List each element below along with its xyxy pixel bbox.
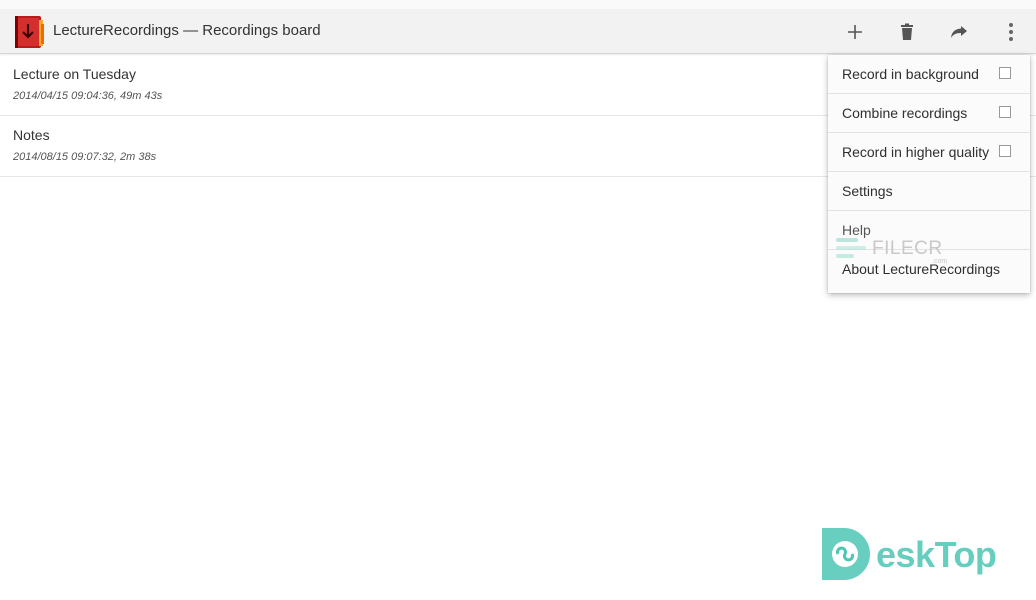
menu-item-label: Record in higher quality xyxy=(842,144,990,160)
recording-details: 2014/08/15 09:07:32, 2m 38s xyxy=(13,151,157,163)
more-vertical-icon xyxy=(1008,22,1014,42)
overflow-menu-button[interactable] xyxy=(996,17,1026,47)
menu-item-settings[interactable]: Settings xyxy=(828,172,1030,211)
menu-item-record-higher-quality[interactable]: Record in higher quality xyxy=(828,133,1030,172)
record-in-background-checkbox[interactable] xyxy=(999,67,1011,79)
menu-item-label: Record in background xyxy=(842,66,979,82)
app-title: LectureRecordings — Recordings board xyxy=(53,22,321,39)
desktop-logo-icon xyxy=(814,522,878,591)
add-recording-button[interactable] xyxy=(840,17,870,47)
desktop-text: eskTop xyxy=(876,534,997,575)
menu-item-record-in-background[interactable]: Record in background xyxy=(828,55,1030,94)
app-logo-icon[interactable] xyxy=(12,14,48,50)
record-higher-quality-checkbox[interactable] xyxy=(999,145,1011,157)
recording-title: Notes xyxy=(13,127,50,143)
recording-title: Lecture on Tuesday xyxy=(13,66,136,82)
menu-item-label: About LectureRecordings xyxy=(842,261,1000,277)
combine-recordings-checkbox[interactable] xyxy=(999,106,1011,118)
overflow-menu: Record in background Combine recordings … xyxy=(828,55,1030,293)
menu-item-help[interactable]: Help xyxy=(828,211,1030,250)
menu-item-combine-recordings[interactable]: Combine recordings xyxy=(828,94,1030,133)
menu-item-label: Combine recordings xyxy=(842,105,968,121)
trash-icon xyxy=(898,23,916,41)
plus-icon xyxy=(846,23,864,41)
share-button[interactable] xyxy=(944,17,974,47)
desktop-watermark: eskTop xyxy=(814,520,1019,586)
delete-button[interactable] xyxy=(892,17,922,47)
menu-item-label: Help xyxy=(842,222,871,238)
menu-item-about[interactable]: About LectureRecordings xyxy=(828,250,1030,293)
action-bar: LectureRecordings — Recordings board xyxy=(0,9,1036,54)
recording-details: 2014/04/15 09:04:36, 49m 43s xyxy=(13,90,163,102)
share-arrow-icon xyxy=(949,23,969,41)
menu-item-label: Settings xyxy=(842,183,893,199)
status-bar xyxy=(0,0,1036,9)
